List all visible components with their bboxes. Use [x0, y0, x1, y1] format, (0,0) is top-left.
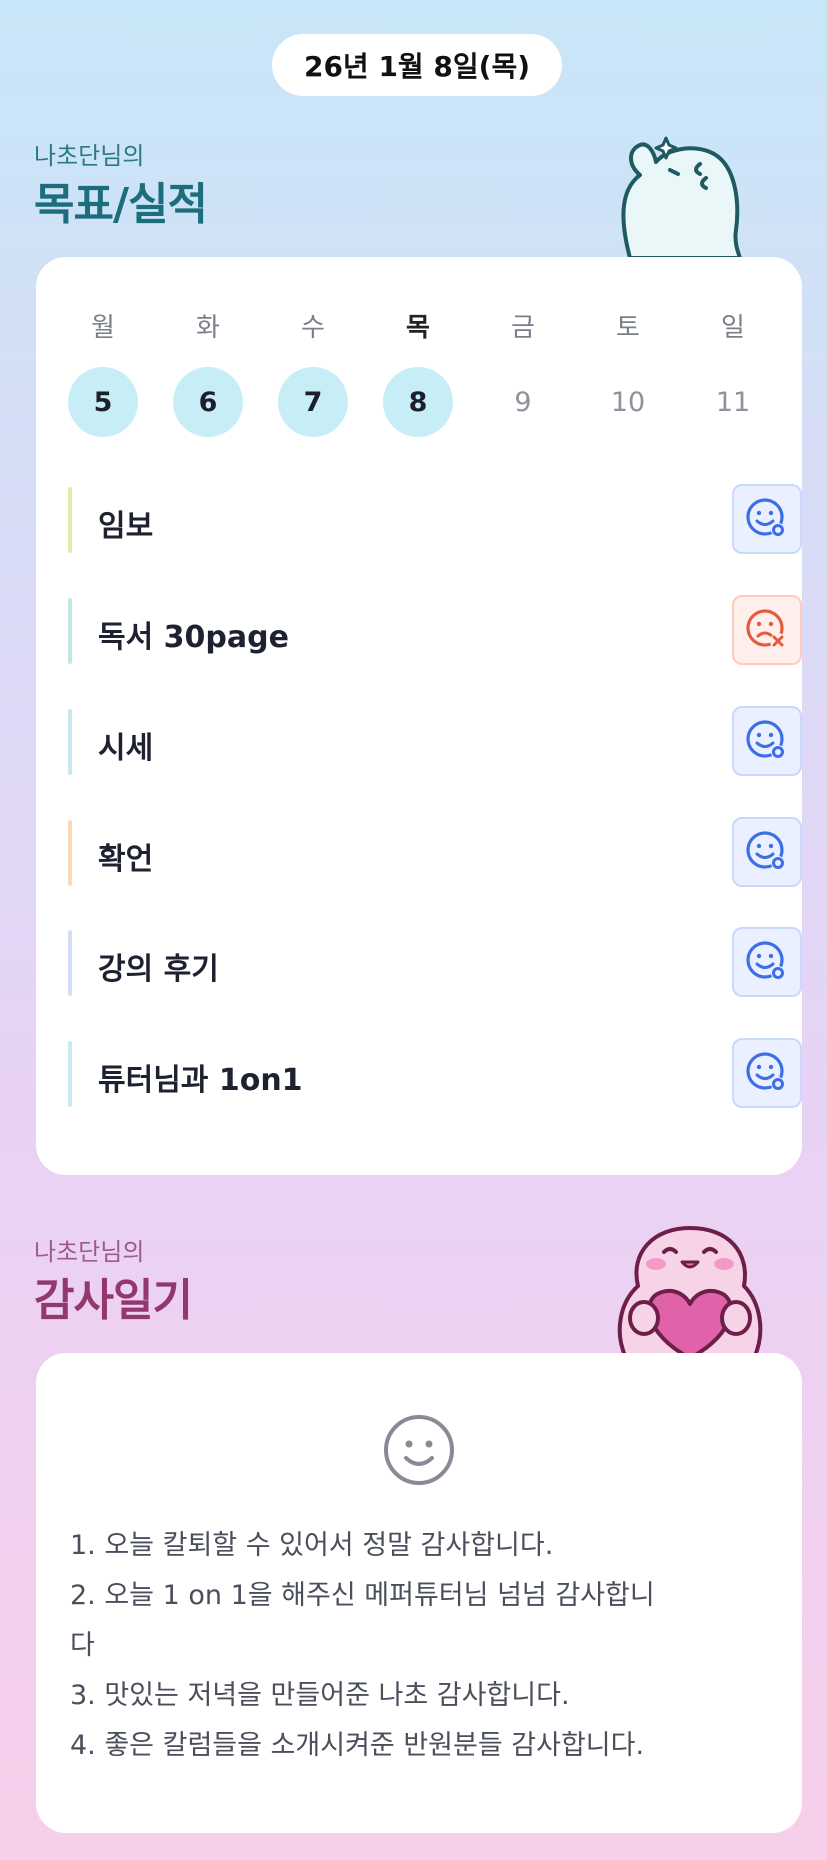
goal-row: 시세: [68, 705, 802, 777]
goal-status-button[interactable]: [732, 706, 802, 776]
goal-label: 튜터님과 1on1: [98, 1063, 303, 1098]
gratitude-line: 다: [70, 1630, 95, 1661]
smile-icon: [384, 1415, 454, 1485]
gratitude-title: 감사일기: [34, 1275, 193, 1326]
date-label: 26년 1월 8일(목): [303, 50, 531, 83]
goal-color-bar: [68, 820, 72, 886]
ghost-mascot-icon: [621, 136, 742, 260]
goal-label: 강의 후기: [98, 952, 219, 987]
day-name-mon: 월: [91, 313, 115, 343]
date-pill[interactable]: 26년 1월 8일(목): [272, 34, 562, 96]
smile-check-icon: [746, 720, 785, 759]
gratitude-line: 2. 오늘 1 on 1을 해주신 메퍼튜터님 넘넘 감사합니: [70, 1580, 655, 1611]
goal-status-button[interactable]: [732, 927, 802, 997]
day-num-sat[interactable]: 10: [593, 367, 663, 437]
goal-row: 임보: [68, 483, 802, 555]
day-name-sat: 토: [616, 313, 640, 343]
day-num-sun[interactable]: 11: [698, 367, 768, 437]
day-name-sun: 일: [721, 313, 745, 343]
day-num-thu[interactable]: 8: [383, 367, 453, 437]
gratitude-line: 1. 오늘 칼퇴할 수 있어서 정말 감사합니다.: [70, 1530, 554, 1561]
day-name-fri: 금: [511, 313, 535, 343]
day-num-fri[interactable]: 9: [488, 367, 558, 437]
day-num-tue[interactable]: 6: [173, 367, 243, 437]
goal-label: 임보: [98, 509, 154, 544]
day-name-wed: 수: [301, 313, 325, 343]
day-name-tue: 화: [196, 313, 220, 343]
goal-color-bar: [68, 709, 72, 775]
smile-check-icon: [746, 1052, 785, 1091]
day-num-mon[interactable]: 5: [68, 367, 138, 437]
sad-x-icon: [746, 609, 786, 649]
goal-color-bar: [68, 1041, 72, 1107]
goal-status-button[interactable]: [732, 817, 802, 887]
goal-row: 독서 30page: [68, 594, 802, 666]
gratitude-card: 1. 오늘 칼퇴할 수 있어서 정말 감사합니다. 2. 오늘 1 on 1을 …: [36, 1353, 802, 1833]
smile-check-icon: [746, 941, 785, 980]
gratitude-line: 4. 좋은 칼럼들을 소개시켜준 반원분들 감사합니다.: [70, 1730, 645, 1761]
goal-row: 강의 후기: [68, 926, 802, 998]
gratitude-text: 1. 오늘 칼퇴할 수 있어서 정말 감사합니다. 2. 오늘 1 on 1을 …: [70, 1521, 770, 1771]
goal-color-bar: [68, 487, 72, 553]
goal-label: 확언: [98, 842, 154, 877]
goal-color-bar: [68, 930, 72, 996]
goal-status-button[interactable]: [732, 484, 802, 554]
goals-title: 목표/실적: [34, 179, 208, 230]
goal-status-button[interactable]: [732, 1038, 802, 1108]
gratitude-line: 3. 맛있는 저녁을 만들어준 나초 감사합니다.: [70, 1680, 570, 1711]
goal-label: 시세: [98, 731, 154, 766]
smile-check-icon: [746, 498, 785, 537]
heart-mascot-icon: [617, 1226, 763, 1358]
goal-label: 독서 30page: [98, 620, 289, 655]
goals-subtitle: 나초단님의: [34, 142, 145, 170]
goals-card: 월 화 수 목 금 토 일 5 6 7 8 9 10 11 임보 독서 30pa…: [36, 257, 802, 1175]
gratitude-subtitle: 나초단님의: [34, 1238, 145, 1266]
smile-check-icon: [746, 831, 785, 870]
goal-row: 튜터님과 1on1: [68, 1037, 802, 1109]
goal-color-bar: [68, 598, 72, 664]
day-num-wed[interactable]: 7: [278, 367, 348, 437]
day-name-thu: 목: [406, 313, 430, 343]
goal-status-button[interactable]: [732, 595, 802, 665]
goal-row: 확언: [68, 816, 802, 888]
